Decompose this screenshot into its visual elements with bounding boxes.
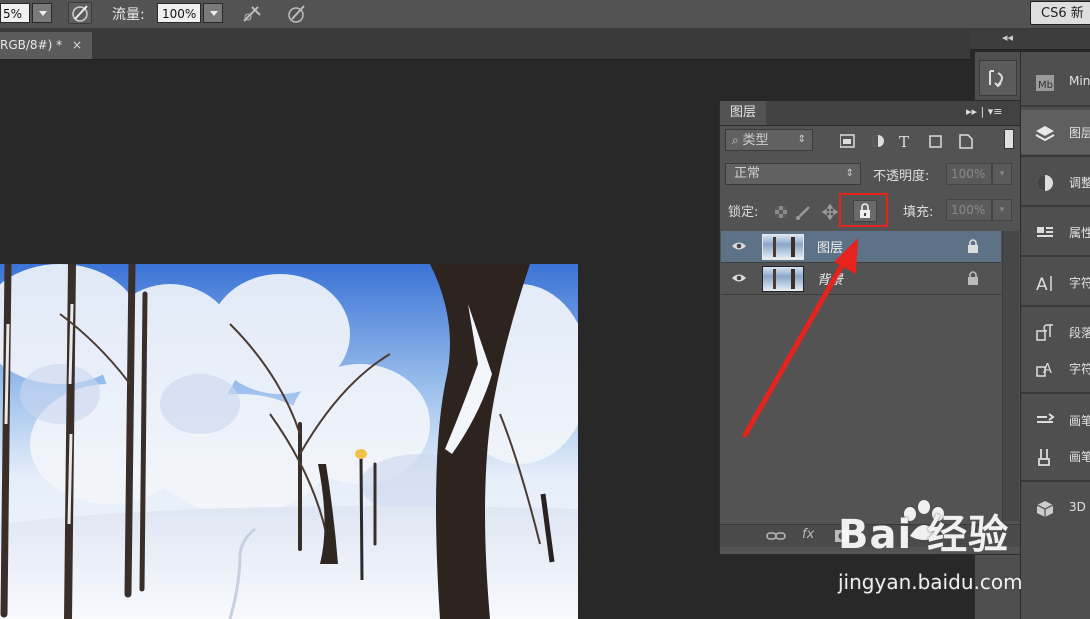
dock-item-label: 画笔	[1069, 414, 1090, 428]
svg-text:A: A	[1036, 275, 1048, 293]
lock-transparent-pixels-icon	[775, 206, 787, 218]
shape-filter-icon	[929, 135, 942, 148]
panel-menu-icon[interactable]: ▸▸ | ▾≡	[966, 105, 1002, 118]
flow-field[interactable]: 100%	[157, 3, 201, 23]
dock-item-label: 画笔	[1069, 450, 1090, 464]
filter-icons-group[interactable]: T	[840, 132, 980, 150]
options-bar: 5% 流量: 100% CS6 新	[0, 0, 1090, 29]
add-layer-style-icon[interactable]: fx	[802, 527, 814, 542]
properties-icon	[1037, 227, 1053, 237]
layers-icon	[1035, 126, 1055, 142]
adjustments-icon	[1037, 175, 1053, 191]
watermark-url: jingyan.baidu.com	[838, 570, 1023, 594]
svg-text:A: A	[1043, 362, 1052, 377]
document-tab-bar: RGB/8#) * ×	[0, 29, 970, 60]
fill-label: 填充:	[903, 205, 934, 220]
opacity-dropdown-icon[interactable]: ▾	[992, 163, 1012, 185]
layers-scrollbar[interactable]	[1002, 231, 1019, 521]
history-icon	[989, 70, 1003, 88]
lock-label: 锁定:	[728, 205, 759, 220]
dock-item-layers[interactable]: 图层	[1021, 110, 1090, 154]
updown-icon: ⇕	[845, 168, 854, 179]
airbrush-button[interactable]	[240, 3, 264, 25]
search-icon: ⌕	[732, 133, 743, 147]
dock-item-label: 图层	[1069, 126, 1090, 140]
zoom-field[interactable]: 5%	[0, 3, 30, 23]
fill-dropdown-icon[interactable]: ▾	[992, 199, 1012, 221]
smart-object-filter-icon	[959, 134, 973, 149]
airbrush-icon	[243, 6, 261, 22]
flow-label: 流量:	[112, 7, 145, 23]
filter-kind-value: 类型	[742, 133, 769, 148]
dock-item-character-styles[interactable]: A 字符	[1021, 346, 1090, 382]
layers-panel-header: 图层 ▸▸ | ▾≡	[720, 101, 1020, 126]
workspace-switcher-button[interactable]: CS6 新	[1030, 1, 1090, 25]
dock-item-brush-presets[interactable]: 画笔	[1021, 434, 1090, 470]
mini-bridge-icon: Mb	[1036, 75, 1054, 91]
watermark-brand: Bai 经验	[838, 512, 1010, 558]
paragraph-icon	[1036, 324, 1053, 341]
adjustment-filter-icon	[872, 135, 884, 147]
tablet-size-button[interactable]	[285, 3, 309, 25]
lock-options-group[interactable]	[775, 203, 845, 221]
flow-dropdown[interactable]	[203, 3, 223, 23]
blend-mode-select[interactable]: 正常 ⇕	[725, 163, 861, 185]
brush-pressure-icon	[72, 5, 88, 22]
document-tab-title: RGB/8#) *	[0, 38, 63, 52]
lock-image-pixels-icon	[796, 206, 810, 220]
dock-item-properties[interactable]: 属性	[1021, 210, 1090, 254]
highlight-box	[839, 193, 888, 227]
character-styles-icon: A	[1036, 362, 1052, 377]
red-arrow-annotation	[742, 238, 858, 438]
svg-text:T: T	[899, 133, 909, 150]
dock-item-label: Min	[1069, 74, 1090, 88]
dock-item-label: 属性	[1069, 226, 1090, 240]
pixel-filter-icon	[840, 134, 855, 148]
character-icon: A	[1036, 275, 1052, 293]
dock-item-paragraph[interactable]: 段落	[1021, 310, 1090, 346]
dock-item-mini-bridge[interactable]: Mb Min	[1021, 60, 1090, 104]
updown-icon: ⇕	[797, 134, 806, 145]
layers-tab[interactable]: 图层	[720, 101, 766, 125]
blend-mode-value: 正常	[734, 166, 761, 181]
opacity-label: 不透明度:	[873, 169, 930, 184]
dock-item-brush[interactable]: 画笔	[1021, 398, 1090, 434]
collapse-panels-icon[interactable]: ◂◂	[1002, 31, 1013, 44]
fill-field[interactable]: 100%	[946, 199, 992, 221]
layer-lock-icon	[968, 271, 978, 285]
layer-lock-icon	[968, 239, 978, 253]
baidu-jingyan-watermark: Bai 经验 jingyan.baidu.com	[838, 498, 1088, 598]
zoom-dropdown[interactable]	[32, 3, 52, 23]
snowy-forest-image[interactable]	[0, 264, 578, 619]
close-tab-icon[interactable]: ×	[72, 32, 82, 59]
dock-item-label: 字符	[1069, 362, 1090, 376]
tablet-pressure-icon	[288, 5, 305, 23]
type-filter-icon: T	[899, 133, 909, 150]
dock-item-label: 段落	[1069, 326, 1090, 340]
dock-item-label: 字符	[1069, 276, 1090, 290]
lock-position-icon	[821, 203, 839, 221]
brush-pressure-button[interactable]	[68, 2, 92, 24]
history-panel-button[interactable]	[979, 60, 1017, 96]
brush-presets-icon	[1038, 449, 1050, 466]
link-layers-icon[interactable]	[766, 529, 786, 543]
dock-item-adjustments[interactable]: 调整	[1021, 160, 1090, 204]
filter-toggle-switch[interactable]	[1004, 129, 1014, 149]
brush-icon	[1037, 413, 1055, 423]
svg-text:Mb: Mb	[1038, 80, 1053, 91]
opacity-field[interactable]: 100%	[946, 163, 992, 185]
filter-kind-select[interactable]: ⌕ 类型 ⇕	[725, 129, 813, 151]
dock-item-label: 调整	[1069, 176, 1090, 190]
panel-collapse-bar[interactable]: ◂◂	[970, 29, 1090, 50]
dock-item-character[interactable]: A 字符	[1021, 260, 1090, 304]
document-tab[interactable]: RGB/8#) * ×	[0, 32, 92, 59]
